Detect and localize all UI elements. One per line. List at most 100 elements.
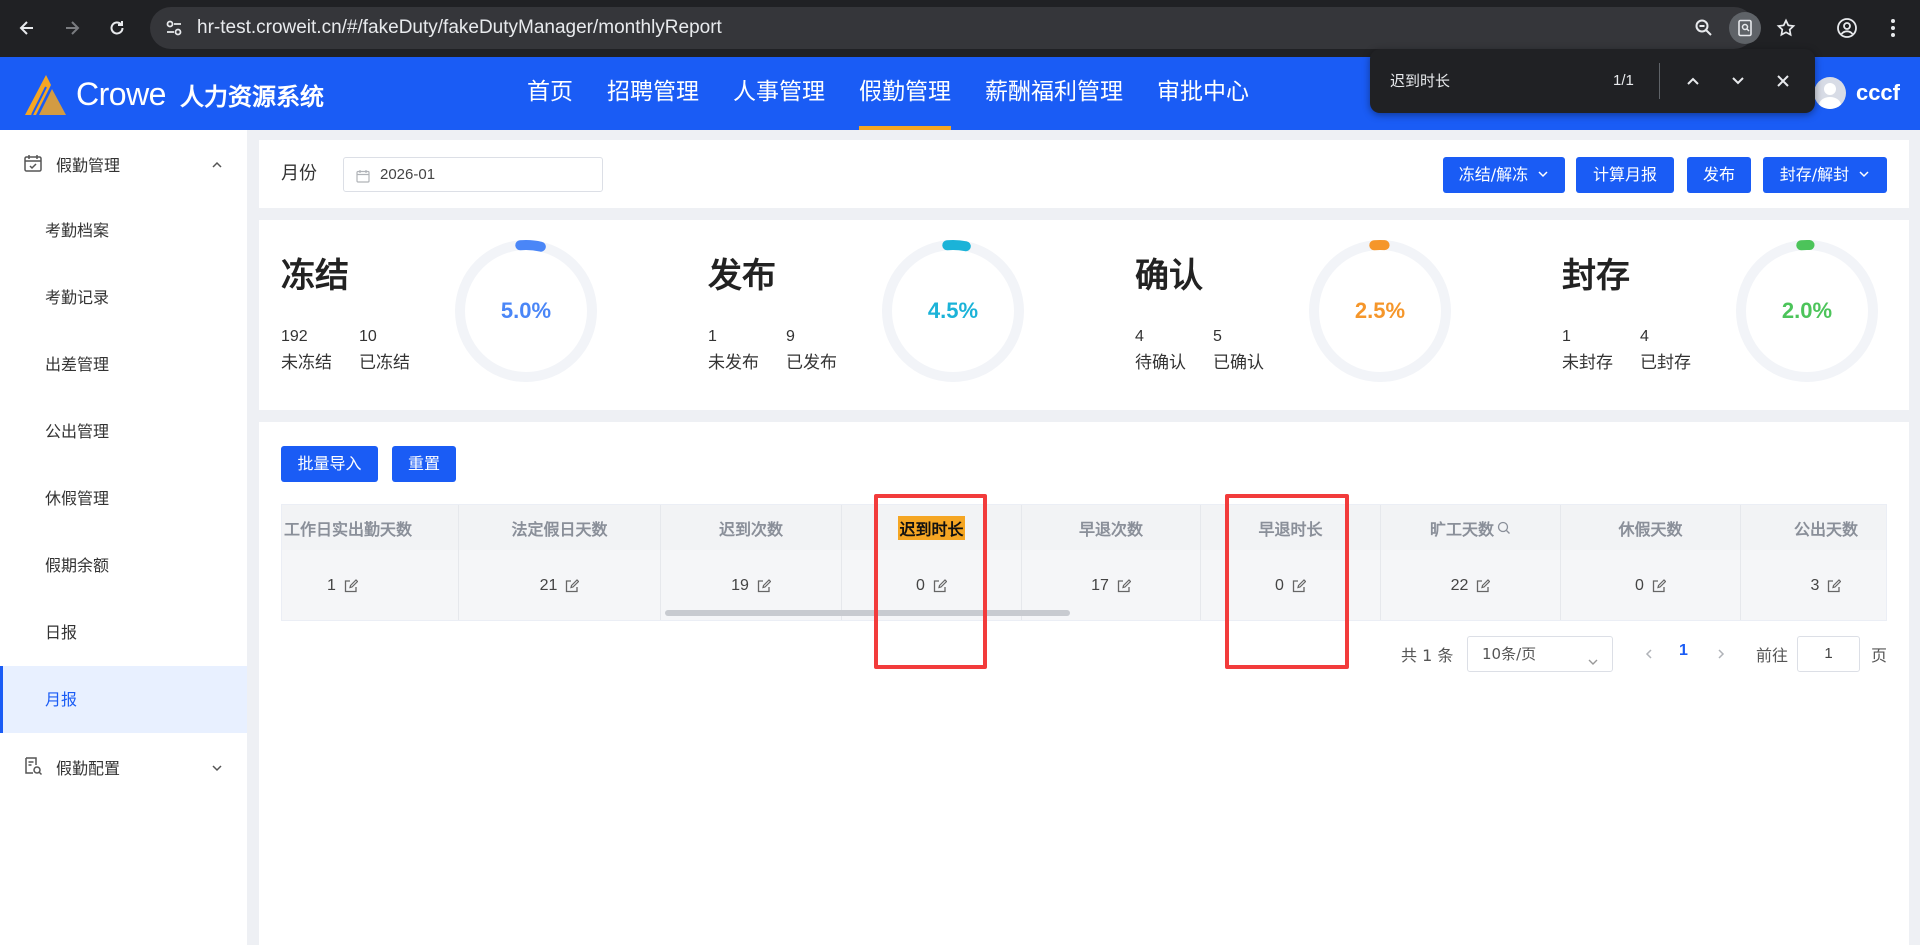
month-label: 月份 bbox=[281, 163, 317, 184]
find-prev-icon[interactable] bbox=[1677, 65, 1709, 97]
seal-button-label: 封存/解封 bbox=[1779, 165, 1850, 184]
page-size-value: 10条/页 bbox=[1482, 645, 1537, 663]
nav-recruitment[interactable]: 招聘管理 bbox=[590, 57, 716, 130]
calc-monthly-button[interactable]: 计算月报 bbox=[1576, 157, 1674, 193]
cell-value: 21 bbox=[539, 577, 558, 594]
stat-freeze: 冻结 192 未冻结 10 已冻结 5.0% bbox=[259, 220, 684, 410]
more-menu-icon[interactable] bbox=[1877, 12, 1909, 44]
sidebar-item-attendance-archive[interactable]: 考勤档案 bbox=[0, 197, 247, 264]
edit-icon[interactable] bbox=[1476, 579, 1491, 593]
stat-title: 确认 bbox=[1135, 256, 1203, 296]
stat-percent: 2.0% bbox=[1781, 298, 1833, 323]
sidebar-item-daily-report[interactable]: 日报 bbox=[0, 599, 247, 666]
config-search-icon bbox=[23, 756, 43, 776]
stat-count-1: 1 bbox=[1562, 328, 1571, 345]
search-icon[interactable] bbox=[1497, 521, 1511, 535]
address-bar[interactable]: hr-test.croweit.cn/#/fakeDuty/fakeDutyMa… bbox=[150, 7, 1755, 49]
sidebar-item-business-trip[interactable]: 出差管理 bbox=[0, 331, 247, 398]
sidebar-group-attendance[interactable]: 假勤管理 bbox=[0, 130, 247, 197]
freeze-dropdown-button[interactable]: 冻结/解冻 bbox=[1443, 157, 1565, 193]
page-suffix-label: 页 bbox=[1871, 646, 1888, 665]
table-header-row: 工作日实出勤天数 法定假日天数 迟到次数 迟到时长 早退次数 早退时长 旷工天数… bbox=[282, 505, 1886, 550]
freeze-button-label: 冻结/解冻 bbox=[1458, 165, 1529, 184]
site-info-icon[interactable] bbox=[162, 16, 186, 40]
nav-payroll[interactable]: 薪酬福利管理 bbox=[968, 57, 1140, 130]
nav-attendance[interactable]: 假勤管理 bbox=[842, 57, 968, 130]
sidebar-item-monthly-report[interactable]: 月报 bbox=[0, 666, 247, 733]
cell-value: 1 bbox=[327, 577, 336, 594]
batch-import-button[interactable]: 批量导入 bbox=[281, 446, 378, 482]
stat-label-1: 待确认 bbox=[1135, 353, 1186, 373]
edit-icon[interactable] bbox=[565, 579, 580, 593]
edit-icon[interactable] bbox=[1652, 579, 1666, 593]
bookmark-star-icon[interactable] bbox=[1770, 12, 1802, 44]
find-divider bbox=[1659, 63, 1660, 99]
stat-seal: 封存 1 未封存 4 已封存 2.0% bbox=[1540, 220, 1920, 410]
edit-icon[interactable] bbox=[344, 579, 358, 593]
stat-count-2: 4 bbox=[1640, 328, 1649, 345]
cell-value: 22 bbox=[1450, 577, 1469, 594]
logo[interactable]: Crowe 人力资源系统 bbox=[22, 71, 324, 117]
reload-icon[interactable] bbox=[101, 12, 133, 44]
stat-label-1: 未封存 bbox=[1562, 353, 1613, 373]
annotation-box-late-duration bbox=[874, 494, 987, 669]
cell-value: 0 bbox=[1635, 577, 1644, 594]
reset-button[interactable]: 重置 bbox=[392, 446, 456, 482]
table-cell: 3 bbox=[1741, 550, 1886, 620]
filter-bar: 月份 2026-01 冻结/解冻 计算月报 发布 封存/解封 bbox=[259, 140, 1909, 208]
col-header-leave-days: 休假天数 bbox=[1561, 505, 1741, 550]
nav-personnel[interactable]: 人事管理 bbox=[716, 57, 842, 130]
sidebar-group-config[interactable]: 假勤配置 bbox=[0, 733, 247, 800]
prev-page-icon[interactable] bbox=[1642, 646, 1656, 660]
zoom-icon[interactable] bbox=[1688, 12, 1720, 44]
stat-confirm: 确认 4 待确认 5 已确认 2.5% bbox=[1113, 220, 1538, 410]
next-page-icon[interactable] bbox=[1714, 646, 1728, 660]
report-table-card: 批量导入 重置 工作日实出勤天数 法定假日天数 迟到次数 迟到时长 早退次数 早… bbox=[259, 422, 1909, 945]
nav-home[interactable]: 首页 bbox=[510, 57, 590, 130]
nav-approval[interactable]: 审批中心 bbox=[1140, 57, 1266, 130]
chevron-down-icon bbox=[1859, 171, 1869, 178]
chevron-down-icon bbox=[1586, 647, 1600, 665]
table-row: 1 21 19 0 17 0 22 0 3 bbox=[282, 550, 1886, 620]
horizontal-scrollbar[interactable] bbox=[665, 610, 1070, 616]
goto-label: 前往 bbox=[1756, 646, 1789, 665]
sidebar-item-leave[interactable]: 休假管理 bbox=[0, 465, 247, 532]
logo-text: Crowe bbox=[76, 75, 166, 112]
sidebar-item-attendance-records[interactable]: 考勤记录 bbox=[0, 264, 247, 331]
avatar[interactable] bbox=[1813, 77, 1846, 109]
col-header-holidays: 法定假日天数 bbox=[459, 505, 661, 550]
month-picker[interactable]: 2026-01 bbox=[343, 157, 603, 192]
stat-label-1: 未发布 bbox=[708, 353, 759, 373]
find-input[interactable]: 迟到时长 bbox=[1390, 49, 1450, 113]
edit-icon[interactable] bbox=[1117, 579, 1131, 593]
edit-icon[interactable] bbox=[1827, 579, 1842, 593]
stat-label-2: 已冻结 bbox=[359, 353, 410, 373]
forward-icon[interactable] bbox=[56, 12, 88, 44]
find-next-icon[interactable] bbox=[1722, 65, 1754, 97]
month-value: 2026-01 bbox=[380, 166, 436, 183]
stat-percent: 5.0% bbox=[500, 298, 552, 323]
stat-count-1: 4 bbox=[1135, 328, 1144, 345]
find-bar: 迟到时长 1/1 bbox=[1370, 49, 1815, 113]
calendar-check-icon bbox=[23, 153, 43, 173]
page-size-select[interactable]: 10条/页 bbox=[1467, 636, 1613, 672]
cell-value: 3 bbox=[1810, 577, 1820, 594]
find-close-icon[interactable] bbox=[1767, 65, 1799, 97]
back-icon[interactable] bbox=[11, 12, 43, 44]
stat-percent: 4.5% bbox=[927, 298, 979, 323]
page-number-current[interactable]: 1 bbox=[1679, 642, 1688, 660]
publish-button[interactable]: 发布 bbox=[1687, 157, 1751, 193]
find-in-page-icon[interactable] bbox=[1729, 12, 1761, 44]
goto-page-input[interactable]: 1 bbox=[1797, 636, 1860, 672]
sidebar-group-label: 假勤管理 bbox=[56, 155, 121, 175]
stat-label-2: 已发布 bbox=[786, 353, 837, 373]
edit-icon[interactable] bbox=[757, 579, 771, 593]
sidebar-item-official-out[interactable]: 公出管理 bbox=[0, 398, 247, 465]
calendar-icon bbox=[356, 168, 370, 183]
user-menu[interactable]: cccf bbox=[1813, 77, 1900, 109]
profile-icon[interactable] bbox=[1831, 12, 1863, 44]
sidebar-item-leave-balance[interactable]: 假期余额 bbox=[0, 532, 247, 599]
seal-dropdown-button[interactable]: 封存/解封 bbox=[1763, 157, 1887, 193]
stat-count-1: 1 bbox=[708, 328, 717, 345]
stat-label-1: 未冻结 bbox=[281, 353, 332, 373]
